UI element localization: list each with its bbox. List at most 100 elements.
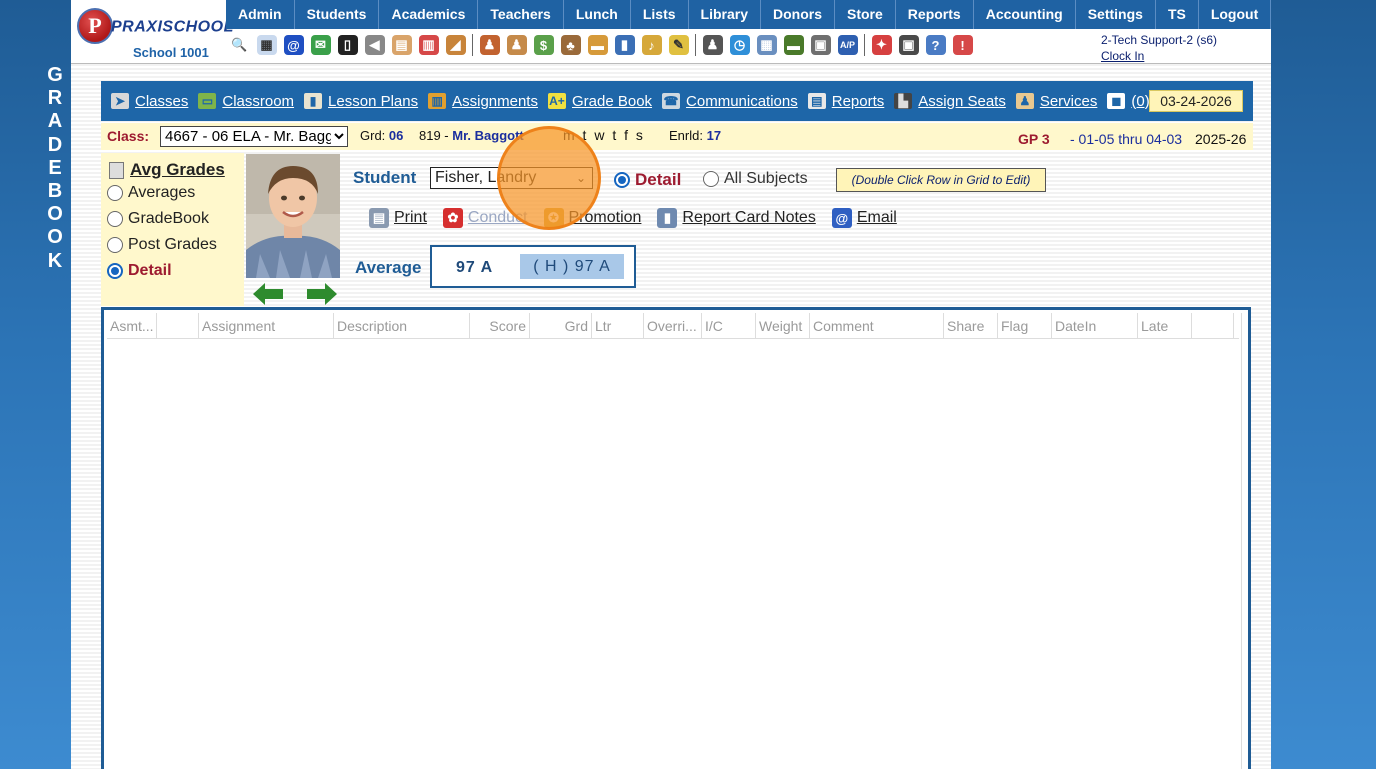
subnav-assign-seats[interactable]: ▙ Assign Seats <box>894 93 1006 110</box>
praxischool-logo[interactable]: P PRAXISCHOOL™ School 1001 <box>75 6 242 62</box>
radio-selected-icon <box>614 172 630 188</box>
logo-brand: PRAXISCHOOL <box>111 18 234 36</box>
help-icon[interactable]: ? <box>925 35 946 55</box>
nav-logout[interactable]: Logout <box>1199 0 1272 29</box>
column-header[interactable]: Ltr <box>592 313 644 338</box>
class-select[interactable]: 4667 - 06 ELA - Mr. Baggott <box>160 126 348 147</box>
option-detail[interactable]: Detail <box>107 262 172 280</box>
a-plus-icon: A+ <box>547 93 566 109</box>
enrolled-count: Enrld: 17 <box>669 128 722 143</box>
current-date[interactable]: 03-24-2026 <box>1149 90 1243 112</box>
student-label: Student <box>353 168 417 187</box>
toolbar-divider <box>695 34 696 56</box>
assignment-grid[interactable]: Asmt... Assignment Description Score Grd Ltr O… <box>101 307 1251 769</box>
column-header[interactable]: Late <box>1138 313 1192 338</box>
room-number: 819 - <box>419 128 449 143</box>
nav-lunch[interactable]: Lunch <box>564 0 631 29</box>
nav-library[interactable]: Library <box>689 0 761 29</box>
phone-icon[interactable]: ▯ <box>337 35 358 55</box>
report-icon: ▤ <box>807 93 826 109</box>
subnav-messages[interactable]: ◼ (0) <box>1107 93 1150 110</box>
detail-radio[interactable]: Detail <box>614 170 681 190</box>
report-icon[interactable]: ▤ <box>391 35 412 55</box>
nav-accounting[interactable]: Accounting <box>974 0 1076 29</box>
avg-grades-heading[interactable]: Avg Grades <box>109 160 225 180</box>
subnav-grade-book[interactable]: A+ Grade Book <box>547 93 652 110</box>
column-header[interactable]: Assignment <box>199 313 334 338</box>
people-icon[interactable]: ♣ <box>560 35 581 55</box>
alert-icon[interactable]: ! <box>952 35 973 55</box>
subnav-classes[interactable]: ➤ Classes <box>111 93 188 110</box>
column-header[interactable]: Share <box>944 313 998 338</box>
school-year: 2025-26 <box>1195 131 1247 147</box>
chat-icon[interactable]: ✉ <box>310 35 331 55</box>
column-header[interactable]: Flag <box>998 313 1052 338</box>
megaphone-icon[interactable]: ◢ <box>445 35 466 55</box>
speaker-icon[interactable]: ◀ <box>364 35 385 55</box>
lunch-icon[interactable]: ▬ <box>587 35 608 55</box>
subnav-reports[interactable]: ▤ Reports <box>807 92 885 110</box>
column-header[interactable] <box>157 313 199 338</box>
nav-admin[interactable]: Admin <box>226 0 295 29</box>
column-header[interactable]: DateIn <box>1052 313 1138 338</box>
cash-register-icon[interactable]: ▣ <box>898 35 919 55</box>
clock-icon[interactable]: ◷ <box>729 35 750 55</box>
option-averages[interactable]: Averages <box>107 184 195 202</box>
bell-icon[interactable]: ♪ <box>641 35 662 55</box>
student-icon[interactable]: ♟ <box>506 35 527 55</box>
grid-scrollbar[interactable] <box>1241 313 1242 769</box>
nav-settings[interactable]: Settings <box>1076 0 1156 29</box>
schedule-icon[interactable]: ▥ <box>418 35 439 55</box>
column-header[interactable]: Comment <box>810 313 944 338</box>
email-link[interactable]: @ Email <box>831 208 897 228</box>
report-card-notes-link[interactable]: ▮ Report Card Notes <box>657 208 816 228</box>
column-header[interactable]: Asmt... <box>107 313 157 338</box>
column-header[interactable]: Description <box>334 313 470 338</box>
nav-lists[interactable]: Lists <box>631 0 689 29</box>
email-icon[interactable]: @ <box>283 35 304 55</box>
option-gradebook[interactable]: GradeBook <box>107 210 209 228</box>
average-box: 97 A ( H ) 97 A <box>430 245 636 288</box>
student-add-icon[interactable]: ♟ <box>479 35 500 55</box>
nav-students[interactable]: Students <box>295 0 380 29</box>
subnav-services[interactable]: ♟ Services <box>1015 93 1097 110</box>
spreadsheet-icon[interactable]: ▦ <box>756 35 777 55</box>
column-header[interactable] <box>1192 313 1234 338</box>
subnav-communications[interactable]: ☎ Communications <box>662 93 798 110</box>
print-link[interactable]: ▤ Print <box>369 208 427 228</box>
column-header[interactable]: Grd <box>530 313 592 338</box>
nav-reports[interactable]: Reports <box>896 0 974 29</box>
column-header[interactable]: Overri... <box>644 313 702 338</box>
nav-ts[interactable]: TS <box>1156 0 1199 29</box>
register-icon[interactable]: ▣ <box>810 35 831 55</box>
subnav-classroom[interactable]: ▭ Classroom <box>198 93 294 110</box>
column-header[interactable]: I/C <box>702 313 756 338</box>
calculator-icon <box>109 161 124 179</box>
subnav-lesson-plans[interactable]: ▮ Lesson Plans <box>304 93 418 110</box>
teacher-icon[interactable]: ♟ <box>702 35 723 55</box>
note-icon[interactable]: ✎ <box>668 35 689 55</box>
ap-icon[interactable]: A/P <box>837 35 858 55</box>
subnav-assignments[interactable]: ▥ Assignments <box>428 93 538 110</box>
subnav-reports-label: Reports <box>831 92 885 110</box>
book-icon[interactable]: ▮ <box>614 35 635 55</box>
ticket-icon[interactable]: ▬ <box>783 35 804 55</box>
clock-in-link[interactable]: Clock In <box>1101 49 1144 63</box>
nav-donors[interactable]: Donors <box>761 0 835 29</box>
all-subjects-radio[interactable]: All Subjects <box>703 170 808 188</box>
nav-teachers[interactable]: Teachers <box>478 0 564 29</box>
search-icon[interactable]: 🔍 <box>229 35 250 55</box>
next-student-arrow-icon[interactable] <box>307 283 337 305</box>
column-header[interactable]: Score <box>470 313 530 338</box>
money-icon[interactable]: $ <box>533 35 554 55</box>
pdf-icon[interactable]: ✦ <box>871 35 892 55</box>
average-value: 97 A <box>456 259 494 276</box>
grade-level-value: 06 <box>388 128 404 143</box>
nav-store[interactable]: Store <box>835 0 896 29</box>
calendar-grid-icon[interactable]: ▦ <box>256 35 277 55</box>
grading-period: GP 3 <box>1018 131 1050 147</box>
option-post-grades[interactable]: Post Grades <box>107 236 217 254</box>
column-header[interactable]: Weight <box>756 313 810 338</box>
previous-student-arrow-icon[interactable] <box>253 283 283 305</box>
nav-academics[interactable]: Academics <box>379 0 479 29</box>
